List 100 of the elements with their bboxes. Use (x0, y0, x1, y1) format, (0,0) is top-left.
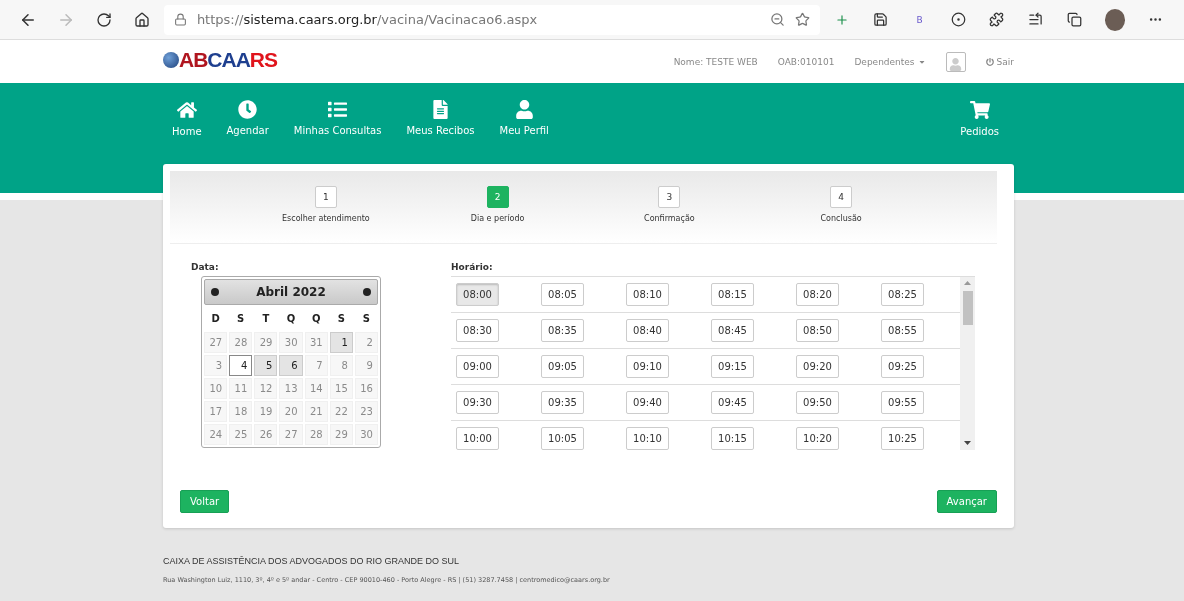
calendar-day: 16 (354, 378, 378, 399)
scroll-down-icon[interactable] (964, 441, 971, 445)
time-slot-button[interactable]: 09:05 (541, 355, 584, 378)
step-label: Dia e período (470, 214, 525, 223)
calendar-day: 24 (204, 424, 228, 445)
zoom-out-icon[interactable] (769, 12, 785, 27)
time-slot-button[interactable]: 08:15 (711, 283, 754, 306)
time-slot-button[interactable]: 09:00 (456, 355, 499, 378)
calendar-day: 30 (279, 332, 303, 353)
step-label: Escolher atendimento (282, 214, 370, 223)
step-number: 1 (314, 186, 337, 208)
weekday-label: S (336, 312, 346, 326)
calendar-day: 11 (229, 378, 253, 399)
step-label: Conclusão (820, 214, 862, 223)
time-slot-button[interactable]: 09:35 (541, 391, 584, 414)
time-slot-button[interactable]: 10:15 (711, 427, 754, 450)
calendar-day[interactable]: 5 (254, 355, 278, 376)
calendar-day: 14 (304, 378, 328, 399)
step-number: 3 (658, 186, 681, 208)
time-slot-button[interactable]: 08:35 (541, 319, 584, 342)
favorite-star-icon[interactable] (794, 12, 810, 27)
month-title: Abril 2022 (256, 285, 326, 299)
extension-button[interactable]: B (909, 8, 930, 31)
calendar-day: 21 (304, 401, 328, 422)
time-slot-button[interactable]: 09:25 (881, 355, 924, 378)
calendar-day: 8 (329, 355, 353, 376)
calendar-day: 27 (204, 332, 228, 353)
calendar-day[interactable]: 6 (279, 355, 303, 376)
time-slot-button[interactable]: 08:45 (711, 319, 754, 342)
time-slot-button[interactable]: 09:15 (711, 355, 754, 378)
reload-icon[interactable] (95, 11, 112, 28)
calendar-day: 28 (229, 332, 253, 353)
calendar-day: 18 (229, 401, 253, 422)
calendar-day: 25 (229, 424, 253, 445)
time-slot-button[interactable]: 09:20 (796, 355, 839, 378)
time-slot-button[interactable]: 10:20 (796, 427, 839, 450)
time-label: Horário: (451, 262, 494, 272)
time-slot-button[interactable]: 08:05 (541, 283, 584, 306)
calendar-day[interactable]: 4 (229, 355, 253, 376)
time-slot-button[interactable]: 09:30 (456, 391, 499, 414)
calendar-day: 9 (354, 355, 378, 376)
time-slot-button[interactable]: 10:10 (626, 427, 669, 450)
time-slot-button[interactable]: 08:25 (881, 283, 924, 306)
calendar-day: 20 (279, 401, 303, 422)
time-slot-button[interactable]: 10:05 (541, 427, 584, 450)
previous-month-icon[interactable] (211, 288, 219, 296)
calendar-day: 28 (304, 424, 328, 445)
calendar-day: 30 (354, 424, 378, 445)
weekday-label: Q (310, 312, 322, 326)
time-slot-button[interactable]: 09:50 (796, 391, 839, 414)
calendar-day: 3 (204, 355, 228, 376)
time-slot-button[interactable]: 10:00 (456, 427, 499, 450)
time-slot-button[interactable]: 08:10 (626, 283, 669, 306)
step-number: 2 (486, 186, 509, 208)
calendar-day: 23 (354, 401, 378, 422)
time-slot-button[interactable]: 09:40 (626, 391, 669, 414)
calendar-day: 22 (329, 401, 353, 422)
weekday-label: S (236, 312, 246, 326)
next-month-icon[interactable] (363, 288, 371, 296)
time-slot-button[interactable]: 08:20 (796, 283, 839, 306)
document-icon (431, 100, 450, 119)
calendar-day: 13 (279, 378, 303, 399)
home-icon (176, 100, 197, 120)
lock-icon (173, 13, 187, 26)
time-slot-button[interactable]: 08:40 (626, 319, 669, 342)
time-slot-button[interactable]: 09:45 (711, 391, 754, 414)
date-label: Data: (191, 262, 220, 272)
calendar-day: 31 (304, 332, 328, 353)
oab-number-text: OAB:010101 (777, 56, 835, 67)
address-bar[interactable]: https://sistema.caars.org.br/vacina/Vacinacao6.aspx (163, 4, 820, 35)
scrollbar[interactable] (960, 277, 975, 450)
time-slot-button[interactable]: 08:55 (881, 319, 924, 342)
calendar-day: 10 (204, 378, 228, 399)
dependents-dropdown[interactable]: Dependentes (854, 56, 915, 67)
time-slot-button[interactable]: 08:50 (796, 319, 839, 342)
calendar-day: 15 (329, 378, 353, 399)
time-slot-button[interactable]: 08:30 (456, 319, 499, 342)
calendar-day[interactable]: 1 (329, 332, 353, 353)
scrollbar-thumb[interactable] (962, 291, 973, 325)
step-number: 4 (830, 186, 853, 208)
house-icon[interactable] (133, 11, 150, 28)
calendar-day: 19 (254, 401, 278, 422)
calendar-day: 17 (204, 401, 228, 422)
calendar-day: 2 (354, 332, 378, 353)
power-icon[interactable] (985, 57, 994, 66)
time-slot-button[interactable]: 09:55 (881, 391, 924, 414)
user-name-text: Nome: TESTE WEB (673, 56, 758, 67)
logout-link[interactable]: Sair (996, 56, 1014, 67)
caars-logo[interactable]: ABCAARS (163, 47, 278, 72)
weekday-label: S (361, 312, 371, 326)
weekday-label: Q (285, 312, 297, 326)
calendar-day: 12 (254, 378, 278, 399)
weekday-label: D (210, 312, 221, 326)
time-slot-button[interactable]: 10:25 (881, 427, 924, 450)
time-slot-button[interactable]: 09:10 (626, 355, 669, 378)
list-icon (328, 100, 348, 119)
profile-avatar[interactable] (1104, 8, 1126, 31)
user-icon (514, 100, 534, 119)
cart-icon (969, 100, 990, 120)
time-slot-button[interactable]: 08:00 (456, 283, 499, 306)
